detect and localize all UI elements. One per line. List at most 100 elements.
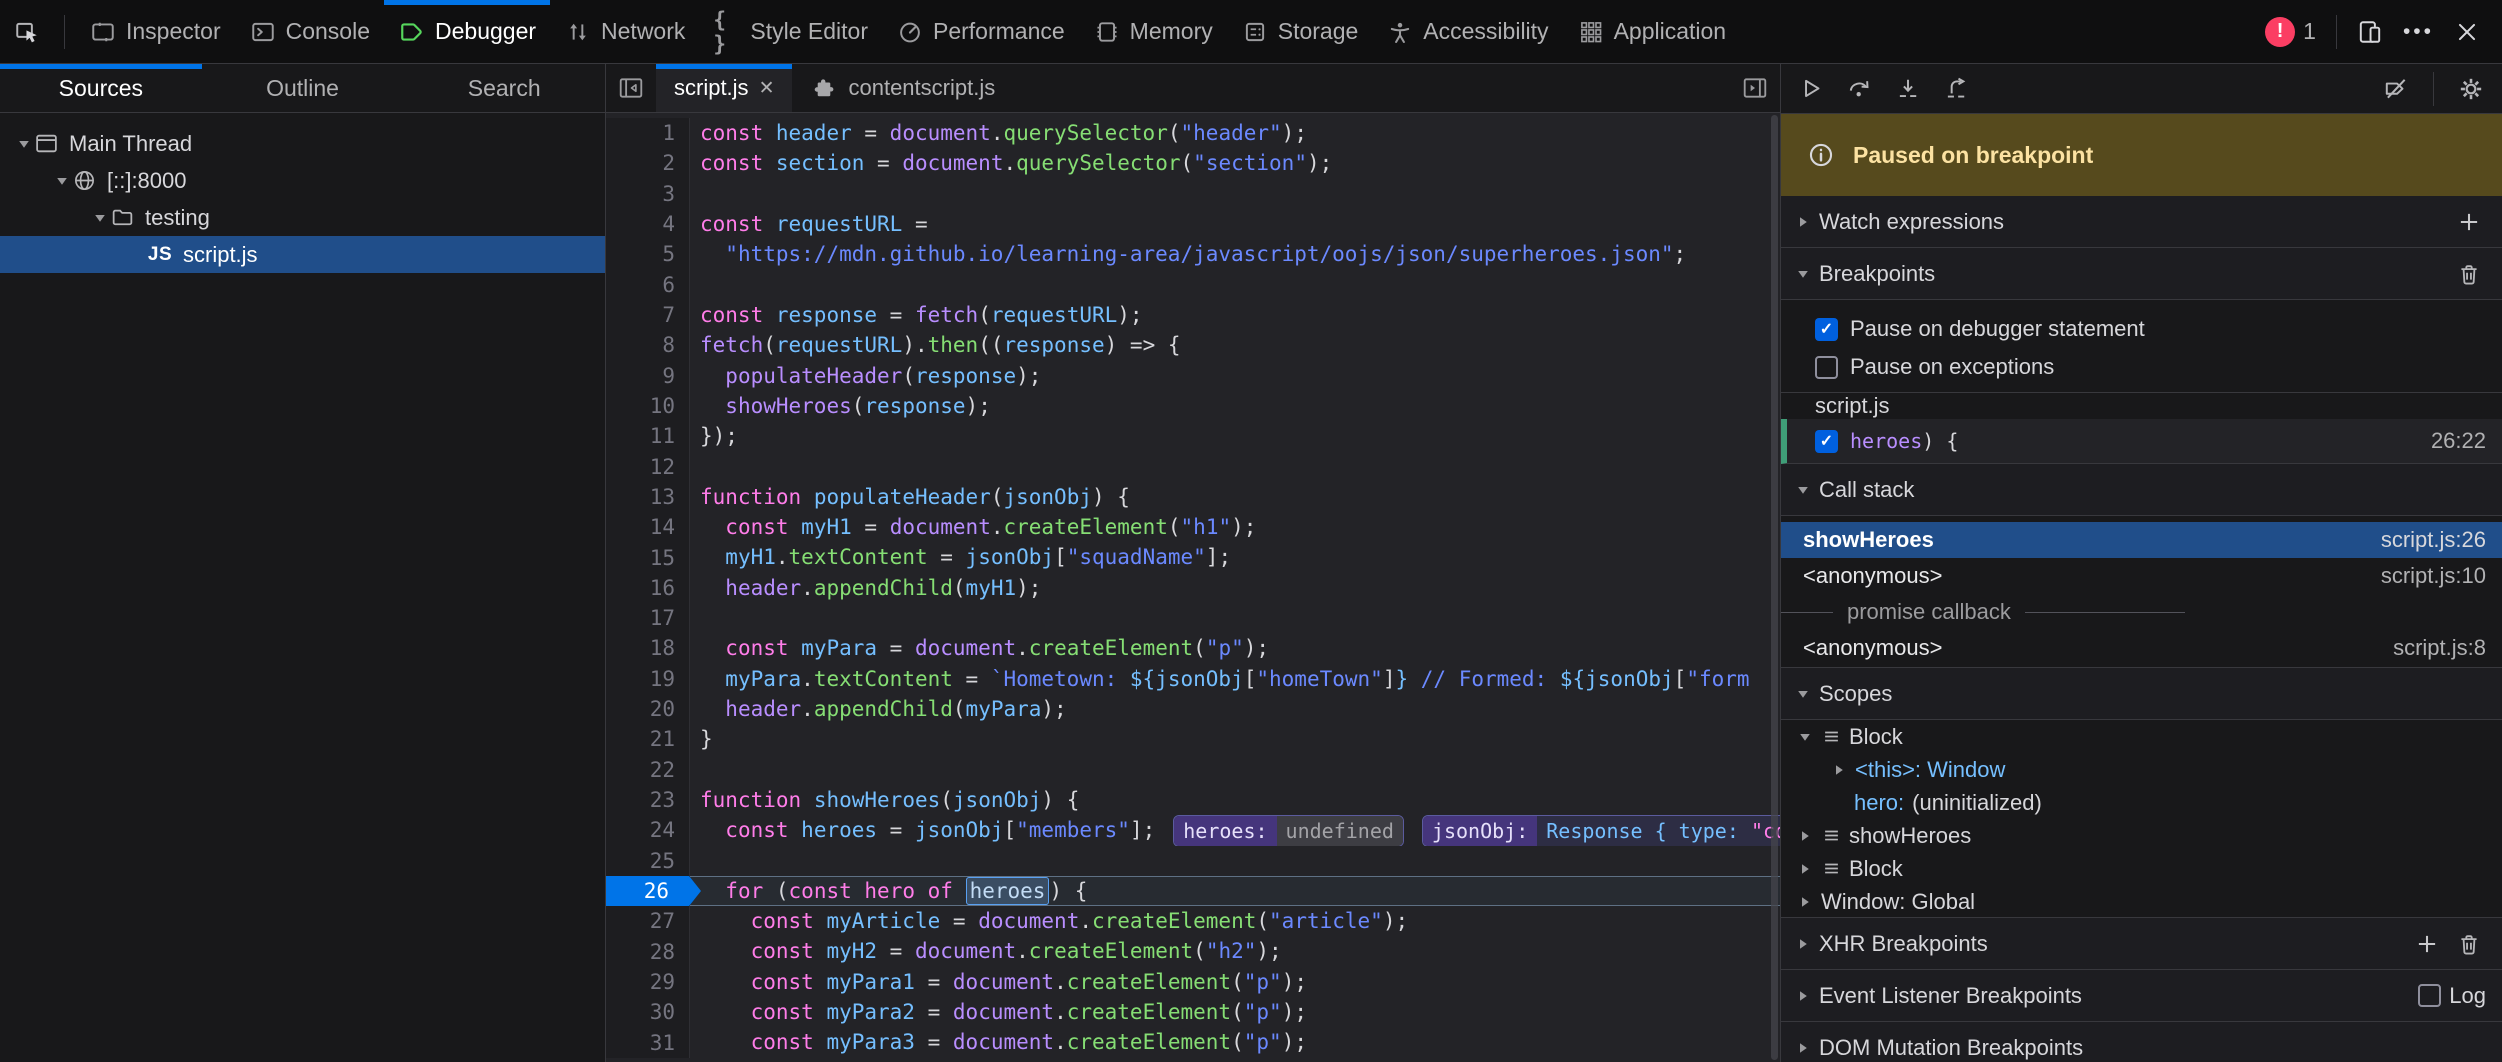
devtools-tab-console[interactable]: Console: [235, 0, 384, 63]
code-line-17[interactable]: 17: [606, 603, 1780, 633]
expand-debugger-pane-button[interactable]: [1730, 64, 1780, 112]
debugger-settings-button[interactable]: [2450, 69, 2492, 109]
code-line-30[interactable]: 30 const myPara2 = document.createElemen…: [606, 997, 1780, 1027]
devtools-tab-network[interactable]: Network: [550, 0, 699, 63]
remove-xhr-breakpoints-button[interactable]: [2452, 931, 2486, 957]
remove-all-breakpoints-button[interactable]: [2452, 261, 2486, 287]
scope-row[interactable]: hero: (uninitialized): [1781, 786, 2502, 819]
code-text[interactable]: const myPara3 = document.createElement("…: [690, 1027, 1780, 1057]
line-number[interactable]: 25: [606, 846, 690, 876]
line-number[interactable]: 28: [606, 936, 690, 966]
watch-expressions-header[interactable]: Watch expressions: [1781, 196, 2502, 248]
code-line-13[interactable]: 13function populateHeader(jsonObj) {: [606, 482, 1780, 512]
code-line-21[interactable]: 21}: [606, 724, 1780, 754]
code-text[interactable]: const myH1 = document.createElement("h1"…: [690, 512, 1780, 542]
devtools-tab-application[interactable]: Application: [1563, 0, 1741, 63]
tree-item-main-thread[interactable]: Main Thread: [0, 125, 605, 162]
stack-frame[interactable]: <anonymous>script.js:8: [1781, 630, 2502, 666]
code-text[interactable]: for (const hero of heroes) {: [690, 876, 1780, 906]
code-text[interactable]: const header = document.querySelector("h…: [690, 118, 1780, 148]
code-line-29[interactable]: 29 const myPara1 = document.createElemen…: [606, 967, 1780, 997]
line-number[interactable]: 31: [606, 1027, 690, 1057]
close-tab-icon[interactable]: ✕: [759, 77, 775, 100]
code-line-4[interactable]: 4const requestURL =: [606, 209, 1780, 239]
code-line-16[interactable]: 16 header.appendChild(myH1);: [606, 573, 1780, 603]
code-line-14[interactable]: 14 const myH1 = document.createElement("…: [606, 512, 1780, 542]
scope-row[interactable]: <this>: Window: [1781, 753, 2502, 786]
tree-item-script-js[interactable]: JSscript.js: [0, 236, 605, 273]
line-number[interactable]: 19: [606, 664, 690, 694]
event-listener-breakpoints-header[interactable]: Event Listener Breakpoints Log: [1781, 970, 2502, 1022]
scopes-header[interactable]: Scopes: [1781, 668, 2502, 720]
checkbox-checked[interactable]: ✓: [1815, 430, 1838, 453]
node-picker-button[interactable]: [0, 0, 54, 63]
line-number[interactable]: 24: [606, 815, 690, 845]
line-number[interactable]: 1: [606, 118, 690, 148]
code-line-1[interactable]: 1const header = document.querySelector("…: [606, 118, 1780, 148]
stack-frame[interactable]: <anonymous>script.js:10: [1781, 558, 2502, 594]
line-number[interactable]: 2: [606, 148, 690, 178]
step-out-button[interactable]: [1935, 69, 1977, 109]
call-stack-header[interactable]: Call stack: [1781, 464, 2502, 516]
tab-search[interactable]: Search: [403, 64, 605, 112]
line-number[interactable]: 13: [606, 482, 690, 512]
editor-tab-contentscript-js[interactable]: contentscript.js: [792, 64, 1013, 112]
expander-open-icon[interactable]: [92, 211, 108, 225]
step-over-button[interactable]: [1839, 69, 1881, 109]
code-line-7[interactable]: 7const response = fetch(requestURL);: [606, 300, 1780, 330]
code-line-18[interactable]: 18 const myPara = document.createElement…: [606, 633, 1780, 663]
devtools-menu-button[interactable]: •••: [2393, 20, 2444, 44]
line-number[interactable]: 29: [606, 967, 690, 997]
scope-row[interactable]: showHeroes: [1781, 819, 2502, 852]
line-number[interactable]: 12: [606, 451, 690, 481]
inline-preview-pill[interactable]: jsonObj:Response { type: "co: [1422, 815, 1780, 845]
code-text[interactable]: [690, 451, 1780, 481]
code-line-8[interactable]: 8fetch(requestURL).then((response) => {: [606, 330, 1780, 360]
code-text[interactable]: header.appendChild(myPara);: [690, 694, 1780, 724]
checkbox-unchecked[interactable]: [1815, 356, 1838, 379]
code-line-26[interactable]: 26 for (const hero of heroes) {: [606, 876, 1780, 906]
close-devtools-button[interactable]: [2444, 19, 2490, 45]
code-line-23[interactable]: 23function showHeroes(jsonObj) {: [606, 785, 1780, 815]
code-line-27[interactable]: 27 const myArticle = document.createElem…: [606, 906, 1780, 936]
code-text[interactable]: }: [690, 724, 1780, 754]
stack-frame[interactable]: showHeroesscript.js:26: [1781, 522, 2502, 558]
code-text[interactable]: const response = fetch(requestURL);: [690, 300, 1780, 330]
line-number[interactable]: 17: [606, 603, 690, 633]
line-number[interactable]: 16: [606, 573, 690, 603]
line-number[interactable]: 15: [606, 542, 690, 572]
line-number[interactable]: 30: [606, 997, 690, 1027]
scope-row[interactable]: Window: Global: [1781, 885, 2502, 918]
xhr-breakpoints-header[interactable]: XHR Breakpoints: [1781, 918, 2502, 970]
code-text[interactable]: function showHeroes(jsonObj) {: [690, 785, 1780, 815]
code-text[interactable]: const myPara2 = document.createElement("…: [690, 997, 1780, 1027]
code-line-15[interactable]: 15 myH1.textContent = jsonObj["squadName…: [606, 542, 1780, 572]
line-number[interactable]: 11: [606, 421, 690, 451]
breakpoint-item[interactable]: ✓heroes) {26:22: [1781, 419, 2502, 464]
line-number[interactable]: 3: [606, 179, 690, 209]
code-text[interactable]: });: [690, 421, 1780, 451]
line-number[interactable]: 18: [606, 633, 690, 663]
devtools-tab-performance[interactable]: Performance: [882, 0, 1079, 63]
code-text[interactable]: function populateHeader(jsonObj) {: [690, 482, 1780, 512]
code-text[interactable]: [690, 603, 1780, 633]
code-text[interactable]: populateHeader(response);: [690, 361, 1780, 391]
tree-item--8000[interactable]: [::]:8000: [0, 162, 605, 199]
code-text[interactable]: const requestURL =: [690, 209, 1780, 239]
line-number[interactable]: 7: [606, 300, 690, 330]
dom-mutation-breakpoints-header[interactable]: DOM Mutation Breakpoints: [1781, 1022, 2502, 1062]
line-number[interactable]: 22: [606, 755, 690, 785]
code-text[interactable]: [690, 179, 1780, 209]
line-number[interactable]: 8: [606, 330, 690, 360]
line-number[interactable]: 10: [606, 391, 690, 421]
add-xhr-breakpoint-button[interactable]: [2410, 931, 2444, 957]
code-text[interactable]: const heroes = jsonObj["members"];heroes…: [690, 815, 1780, 845]
devtools-tab-accessibility[interactable]: Accessibility: [1372, 0, 1562, 63]
breakpoint-option[interactable]: Pause on exceptions: [1781, 348, 2502, 386]
line-number[interactable]: 6: [606, 270, 690, 300]
code-line-31[interactable]: 31 const myPara3 = document.createElemen…: [606, 1027, 1780, 1057]
code-text[interactable]: const myArticle = document.createElement…: [690, 906, 1780, 936]
step-in-button[interactable]: [1887, 69, 1929, 109]
line-number[interactable]: 21: [606, 724, 690, 754]
breakpoints-header[interactable]: Breakpoints: [1781, 248, 2502, 300]
